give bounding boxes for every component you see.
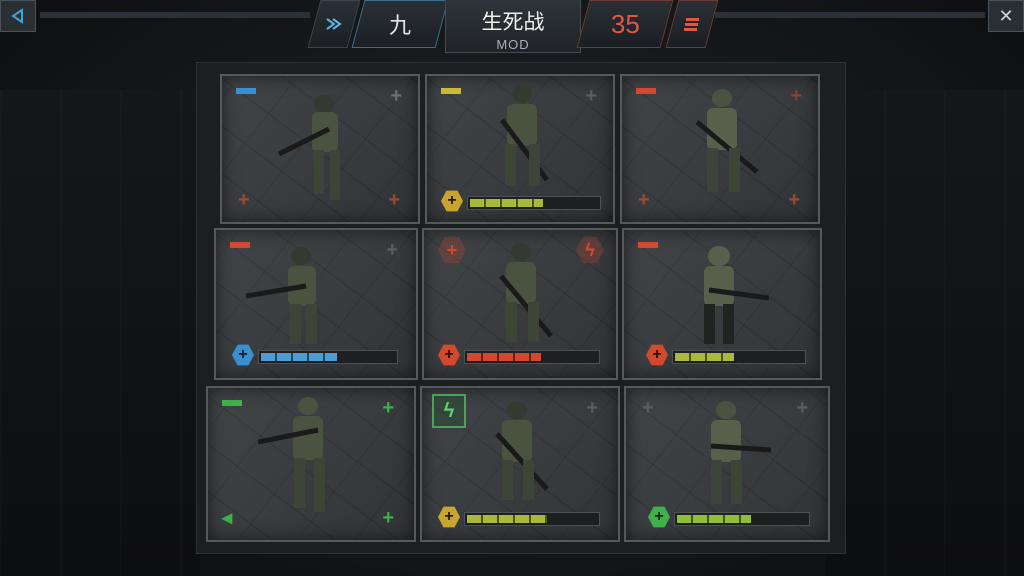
unit-card-6[interactable]: + (622, 228, 822, 380)
unit-color-stripe (638, 242, 658, 248)
soldier-figure (495, 401, 549, 500)
plus-icon: + (386, 239, 398, 261)
soldier-figure (710, 401, 771, 504)
menu-icon-button[interactable] (665, 0, 719, 48)
plus-icon: ◂ (222, 507, 233, 529)
plus-icon: + (585, 85, 597, 107)
top-decor-left (40, 12, 310, 18)
soldier-figure (258, 397, 325, 512)
plus-icon: + (382, 507, 394, 529)
unit-card-8[interactable]: ϟ + + (420, 386, 620, 542)
soldier-figure (277, 95, 340, 200)
plus-badge-icon: + (438, 344, 460, 366)
plus-badge-icon: + (646, 344, 668, 366)
soldier-figure (500, 85, 549, 186)
health-bar (464, 512, 600, 526)
health-bar (467, 196, 601, 210)
health-bar-fill (675, 353, 735, 361)
unit-card-9[interactable]: + + + (624, 386, 830, 542)
close-icon: ✕ (998, 5, 1014, 26)
plus-icon: + (388, 189, 400, 211)
soldier-figure (499, 243, 553, 342)
plus-hex-icon: + (438, 236, 466, 264)
unit-color-stripe (636, 88, 656, 94)
soldier-figure (695, 89, 759, 192)
plus-icon: + (586, 397, 598, 419)
plus-badge-icon: + (438, 506, 460, 528)
health-bar-fill (467, 515, 548, 523)
plus-badge-icon: + (441, 190, 463, 212)
health-bar (672, 350, 806, 364)
lightning-icon: ϟ (432, 394, 466, 428)
lightning-hex-icon: ϟ (576, 236, 604, 264)
page-subtitle: MOD (496, 37, 530, 52)
stripes-icon (684, 18, 699, 31)
count-tag: 35 (576, 0, 674, 48)
plus-icon: + (638, 189, 650, 211)
plus-icon: + (788, 189, 800, 211)
level-label: 九 (388, 13, 411, 38)
chevron-rank-icon (326, 18, 342, 30)
unit-color-stripe (441, 88, 461, 94)
health-bar-fill (467, 353, 541, 361)
unit-card-5[interactable]: + ϟ + (422, 228, 618, 380)
unit-card-7[interactable]: + ◂ + (206, 386, 416, 542)
unit-card-2[interactable]: + + (425, 74, 615, 224)
plus-icon: + (382, 397, 394, 419)
top-bar: 九 生死战 MOD 35 ✕ (0, 0, 1024, 56)
plus-icon: + (796, 397, 808, 419)
health-bar (464, 350, 600, 364)
health-bar-fill (470, 199, 543, 207)
back-button[interactable] (0, 0, 36, 32)
health-bar (258, 350, 398, 364)
unit-card-3[interactable]: + + + (620, 74, 820, 224)
unit-card-4[interactable]: + + (214, 228, 418, 380)
health-bar-fill (677, 515, 751, 523)
left-wall (0, 90, 200, 576)
title-box: 生死战 MOD (445, 0, 581, 53)
page-title: 生死战 (481, 11, 545, 34)
count-value: 35 (610, 8, 640, 39)
unit-color-stripe (236, 88, 256, 94)
plus-icon: + (642, 397, 654, 419)
unit-color-stripe (222, 400, 242, 406)
soldier-figure (246, 247, 317, 344)
plus-icon: + (790, 85, 802, 107)
health-bar (674, 512, 810, 526)
health-bar-fill (261, 353, 337, 361)
right-wall (824, 90, 1024, 576)
plus-icon: + (390, 85, 402, 107)
plus-badge-icon: + (648, 506, 670, 528)
level-tag: 九 (351, 0, 449, 48)
top-decor-right (715, 12, 985, 18)
back-arrow-icon (11, 8, 23, 24)
close-button[interactable]: ✕ (988, 0, 1024, 32)
unit-card-1[interactable]: + + + (220, 74, 420, 224)
plus-icon: + (238, 189, 250, 211)
